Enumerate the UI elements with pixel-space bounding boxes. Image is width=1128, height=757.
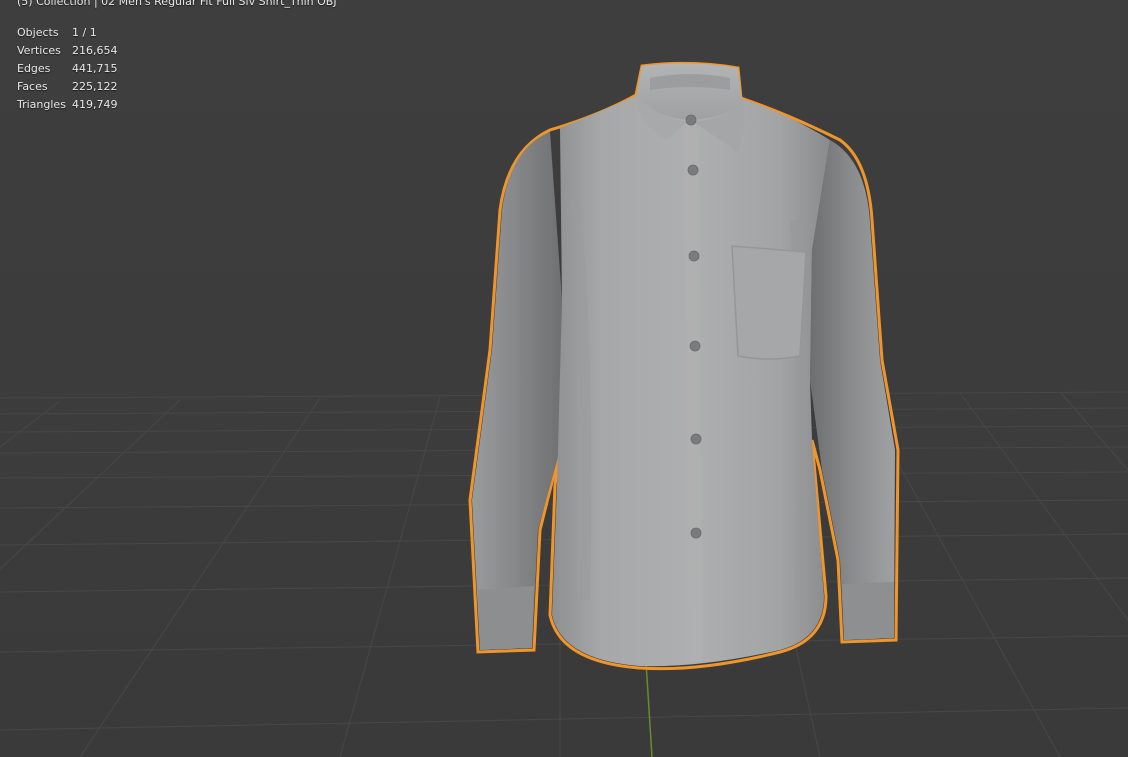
stat-value: 1 / 1: [72, 26, 97, 39]
3d-viewport[interactable]: (5) Collection | 02 Men's Regular Fit Fu…: [0, 0, 1128, 757]
button-1: [685, 114, 697, 126]
button-6: [690, 527, 702, 539]
left-cuff: [478, 586, 534, 650]
scene-statistics: Objects 1 / 1 Vertices 216,654 Edges 441…: [17, 24, 118, 114]
stat-row-edges: Edges 441,715: [17, 60, 118, 78]
stat-row-objects: Objects 1 / 1: [17, 24, 118, 42]
stat-row-faces: Faces 225,122: [17, 78, 118, 96]
right-cuff: [842, 582, 894, 640]
button-4: [689, 340, 701, 352]
stat-value: 419,749: [72, 98, 118, 111]
stat-label: Objects: [17, 26, 59, 39]
viewport-scene[interactable]: [0, 0, 1128, 757]
chest-pocket: [731, 245, 807, 360]
stat-value: 441,715: [72, 62, 118, 75]
button-5: [690, 433, 702, 445]
stat-row-triangles: Triangles 419,749: [17, 96, 118, 114]
collection-label: (5) Collection | 02 Men's Regular Fit Fu…: [17, 0, 337, 8]
button-2: [687, 164, 699, 176]
stat-value: 216,654: [72, 44, 118, 57]
stat-label: Edges: [17, 62, 51, 75]
stat-row-vertices: Vertices 216,654: [17, 42, 118, 60]
button-3: [688, 250, 700, 262]
stat-value: 225,122: [72, 80, 118, 93]
stat-label: Triangles: [17, 98, 66, 111]
stat-label: Vertices: [17, 44, 61, 57]
stat-label: Faces: [17, 80, 48, 93]
